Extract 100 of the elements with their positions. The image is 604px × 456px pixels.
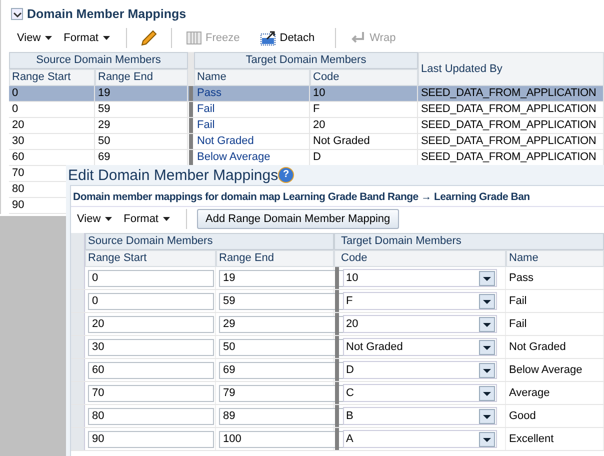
select-field[interactable]: F [343,292,497,310]
name-link[interactable]: Fail [197,103,215,115]
range-start-field[interactable]: 60 [88,362,214,378]
name-link[interactable]: Below Average [197,151,270,163]
table-cell: Average [509,387,550,399]
column-splitter[interactable] [189,150,193,165]
column-header[interactable]: Code [334,250,506,267]
table-cell: SEED_DATA_FROM_APPLICATION [421,119,596,131]
row-header-cell[interactable] [71,382,85,404]
column-group-header: Source Domain Members [9,52,188,69]
help-icon[interactable]: ? [279,168,294,182]
column-splitter[interactable] [188,52,194,86]
range-start-field[interactable]: 90 [88,430,214,448]
columns-icon [186,31,202,45]
range-end-field[interactable]: 79 [219,384,345,402]
range-end-field[interactable]: 59 [219,292,345,310]
range-start-field[interactable]: 70 [88,384,214,402]
table-cell: 50 [98,135,110,147]
range-start-field[interactable]: 30 [88,338,214,356]
menu-button[interactable]: Format [124,213,176,225]
range-end-field[interactable]: 19 [219,270,345,286]
table-row[interactable]: 0 59 Fail F SEED_DATA_FROM_APPLICATION [9,102,604,118]
column-header[interactable]: Name [194,69,310,86]
table-cell: Below Average [509,364,582,376]
column-splitter[interactable] [189,102,193,117]
column-splitter[interactable] [335,428,339,450]
table-cell: 20 [12,119,24,131]
name-link[interactable]: Pass [197,87,222,99]
table-cell: Fail [509,295,527,307]
table-cell: 70 [12,167,24,179]
column-splitter[interactable] [335,290,339,312]
column-header[interactable]: Range Start [85,250,216,267]
table-cell: F [313,103,320,115]
column-splitter[interactable] [335,359,339,381]
select-field[interactable]: C [343,384,497,402]
pencil-icon[interactable] [140,30,156,46]
range-end-field[interactable]: 100 [219,430,345,448]
table-cell: 19 [98,87,110,99]
column-group-header: Target Domain Members [194,52,418,69]
column-header[interactable]: Last Updated By [418,52,604,86]
table-cell: 90 [12,199,24,211]
column-splitter[interactable] [189,86,193,101]
range-end-field[interactable]: 50 [219,338,345,356]
column-splitter[interactable] [335,313,339,335]
menu-button[interactable]: View [17,32,58,44]
caret-icon [44,36,52,40]
collapse-toggle-icon[interactable] [11,8,23,20]
select-field[interactable]: A [343,430,497,448]
menu-button[interactable]: View [77,213,118,225]
table-cell: 10 [313,87,326,99]
table-row[interactable]: 20 29 Fail 20 SEED_DATA_FROM_APPLICATION [9,118,604,134]
select-field[interactable]: 20 [343,315,497,333]
column-header[interactable]: Range Start [9,69,95,86]
table-cell: Not Graded [509,341,566,353]
column-header[interactable]: Range End [216,250,334,267]
select-field[interactable]: D [343,361,497,379]
select-field[interactable]: Not Graded [343,338,497,356]
column-header[interactable]: Range End [95,69,188,86]
add-mapping-button[interactable]: Add Range Domain Member Mapping [196,209,400,229]
column-splitter[interactable] [335,267,339,289]
row-header-cell[interactable] [71,290,85,312]
row-header-cell[interactable] [71,313,85,335]
caret-icon [162,217,170,221]
name-link[interactable]: Not Graded [197,135,254,147]
table-cell: Fail [509,318,527,330]
table-row[interactable]: 30 50 Not Graded Not Graded SEED_DATA_FROM_APPLICATION [9,134,604,150]
table-cell: SEED_DATA_FROM_APPLICATION [421,135,596,147]
column-header[interactable]: Name [506,250,604,267]
table-cell: D [313,151,321,163]
row-header-cell[interactable] [71,336,85,358]
range-start-field[interactable]: 80 [88,408,214,424]
column-splitter[interactable] [335,382,339,404]
table-row[interactable]: 0 19 Pass 10 SEED_DATA_FROM_APPLICATION [9,86,604,102]
range-end-field[interactable]: 69 [219,362,345,378]
column-splitter[interactable] [335,405,339,427]
table-cell: Pass [509,272,534,284]
row-header-cell[interactable] [71,267,85,289]
column-splitter[interactable] [335,336,339,358]
row-header-cell[interactable] [71,405,85,427]
range-end-field[interactable]: 29 [219,316,345,332]
column-splitter[interactable] [189,118,193,133]
name-link[interactable]: Fail [197,119,215,131]
range-start-field[interactable]: 0 [88,270,214,286]
column-splitter[interactable] [189,134,193,149]
range-start-field[interactable]: 0 [88,292,214,310]
select-field[interactable]: B [343,407,497,425]
table-cell: SEED_DATA_FROM_APPLICATION [421,151,596,163]
menu-button[interactable]: Format [64,32,116,44]
column-header[interactable]: Code [310,69,418,86]
detach-icon [260,30,276,46]
row-header-cell[interactable] [71,428,85,450]
range-start-field[interactable]: 20 [88,316,214,332]
dialog-subtitle: Domain member mappings for domain map Learning Grade Band Range → Learning Grade Ban [72,190,531,205]
table-cell: 30 [12,135,24,147]
select-field[interactable]: 10 [343,269,497,287]
table-cell: 0 [12,87,18,99]
toolbar-button[interactable]: Detach [256,30,325,46]
table-cell: SEED_DATA_FROM_APPLICATION [421,103,596,115]
range-end-field[interactable]: 89 [219,408,345,424]
row-header-cell[interactable] [71,359,85,381]
